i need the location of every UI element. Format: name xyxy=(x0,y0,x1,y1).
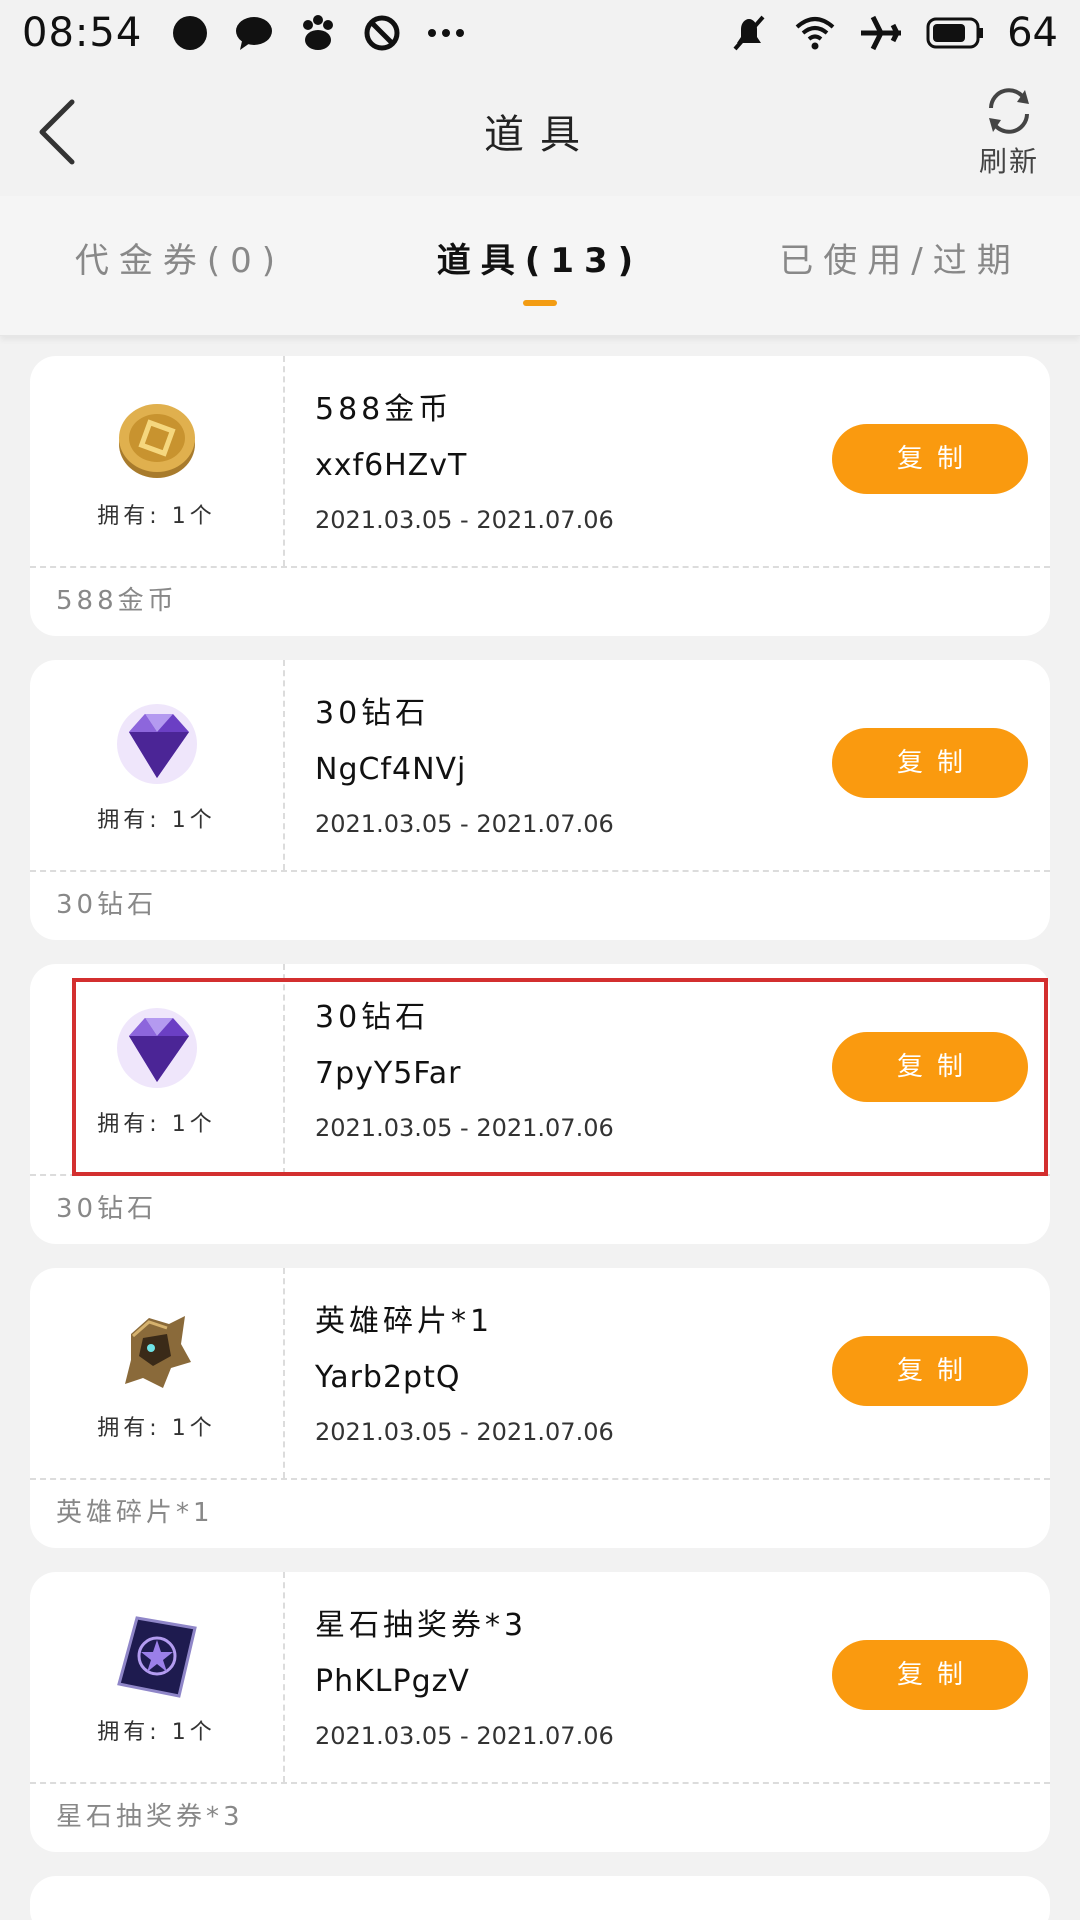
item-validity-date: 2021.03.05 - 2021.07.06 xyxy=(315,1418,614,1446)
item-name: 30钻石 xyxy=(315,1000,430,1035)
item-icon-column: 拥有: 1个 xyxy=(30,660,285,870)
card-divider xyxy=(30,870,1050,872)
tab-label: 道具(13) xyxy=(436,240,644,281)
item-icon-column: 拥有: 1个 xyxy=(30,1572,285,1782)
owned-count: 拥有: 1个 xyxy=(97,1720,216,1745)
item-code: 7pyY5Far xyxy=(315,1056,462,1091)
item-name: 588金币 xyxy=(315,392,453,427)
page-title: 道具 xyxy=(484,112,596,158)
refresh-label: 刷新 xyxy=(978,145,1039,178)
blocked-icon xyxy=(360,11,404,55)
item-code: Yarb2ptQ xyxy=(315,1360,461,1395)
copy-button[interactable]: 复制 xyxy=(832,1032,1028,1102)
copy-button[interactable]: 复制 xyxy=(832,1640,1028,1710)
status-right: 64 xyxy=(727,10,1058,56)
owned-count: 拥有: 1个 xyxy=(97,808,216,833)
tab-vouchers[interactable]: 代金券(0) xyxy=(0,196,360,336)
item-code: NgCf4NVj xyxy=(315,752,467,787)
card-footer-label: 30钻石 xyxy=(56,890,158,920)
item-card-partial xyxy=(30,1876,1050,1920)
item-code: PhKLPgzV xyxy=(315,1664,470,1699)
item-card: 拥有: 1个 30钻石 NgCf4NVj 2021.03.05 - 2021.0… xyxy=(30,660,1050,940)
item-name: 30钻石 xyxy=(315,696,430,731)
card-divider xyxy=(30,1174,1050,1176)
header: 道具 刷新 xyxy=(0,66,1080,196)
refresh-button[interactable]: 刷新 xyxy=(964,84,1054,184)
card-top: 拥有: 1个 英雄碎片*1 Yarb2ptQ 2021.03.05 - 2021… xyxy=(30,1268,1050,1478)
item-icon-column: 拥有: 1个 xyxy=(30,356,285,566)
item-validity-date: 2021.03.05 - 2021.07.06 xyxy=(315,506,614,534)
tab-label: 代金券(0) xyxy=(74,240,286,281)
item-name: 英雄碎片*1 xyxy=(315,1304,494,1339)
tab-used-expired[interactable]: 已使用/过期 xyxy=(720,196,1080,336)
item-info: 30钻石 7pyY5Far 2021.03.05 - 2021.07.06 xyxy=(315,992,795,1142)
card-footer-label: 30钻石 xyxy=(56,1194,158,1224)
item-info: 英雄碎片*1 Yarb2ptQ 2021.03.05 - 2021.07.06 xyxy=(315,1296,795,1446)
card-divider xyxy=(30,566,1050,568)
baidu-paw-icon xyxy=(296,11,340,55)
gold-coin-icon xyxy=(118,404,195,478)
tab-indicator xyxy=(523,299,557,306)
card-divider xyxy=(30,1782,1050,1784)
owned-count: 拥有: 1个 xyxy=(97,504,216,529)
item-validity-date: 2021.03.05 - 2021.07.06 xyxy=(315,810,614,838)
card-divider xyxy=(30,1478,1050,1480)
refresh-icon xyxy=(989,88,1029,134)
screen: 08:54 64 道具 刷新 代金券(0) 道具(13) 已使用/过期 拥有: … xyxy=(0,0,1080,1920)
tab-label: 已使用/过期 xyxy=(779,240,1021,281)
item-info: 星石抽奖券*3 PhKLPgzV 2021.03.05 - 2021.07.06 xyxy=(315,1600,795,1750)
back-button[interactable] xyxy=(34,94,84,170)
card-footer-label: 588金币 xyxy=(56,586,178,616)
diamond-icon xyxy=(116,704,197,784)
item-validity-date: 2021.03.05 - 2021.07.06 xyxy=(315,1114,614,1142)
item-card: 拥有: 1个 588金币 xxf6HZvT 2021.03.05 - 2021.… xyxy=(30,356,1050,636)
card-top: 拥有: 1个 30钻石 7pyY5Far 2021.03.05 - 2021.0… xyxy=(30,964,1050,1174)
item-card: 拥有: 1个 英雄碎片*1 Yarb2ptQ 2021.03.05 - 2021… xyxy=(30,1268,1050,1548)
chevron-left-icon xyxy=(39,99,75,165)
card-footer-label: 英雄碎片*1 xyxy=(56,1498,214,1528)
item-info: 588金币 xxf6HZvT 2021.03.05 - 2021.07.06 xyxy=(315,384,795,534)
item-icon-column: 拥有: 1个 xyxy=(30,1268,285,1478)
message-icon xyxy=(232,11,276,55)
item-list: 拥有: 1个 588金币 xxf6HZvT 2021.03.05 - 2021.… xyxy=(30,356,1050,1920)
item-code: xxf6HZvT xyxy=(315,448,468,483)
tab-bar: 代金券(0) 道具(13) 已使用/过期 xyxy=(0,196,1080,336)
status-left: 08:54 xyxy=(22,10,468,56)
battery-icon xyxy=(925,11,985,55)
card-top: 拥有: 1个 588金币 xxf6HZvT 2021.03.05 - 2021.… xyxy=(30,356,1050,566)
card-top: 拥有: 1个 星石抽奖券*3 PhKLPgzV 2021.03.05 - 202… xyxy=(30,1572,1050,1782)
status-bar: 08:54 64 xyxy=(0,0,1080,66)
item-icon-column: 拥有: 1个 xyxy=(30,964,285,1174)
item-validity-date: 2021.03.05 - 2021.07.06 xyxy=(315,1722,614,1750)
card-top: 拥有: 1个 30钻石 NgCf4NVj 2021.03.05 - 2021.0… xyxy=(30,660,1050,870)
star-ticket-icon xyxy=(116,1616,197,1698)
copy-button[interactable]: 复制 xyxy=(832,728,1028,798)
diamond-icon xyxy=(116,1008,197,1088)
copy-button[interactable]: 复制 xyxy=(832,1336,1028,1406)
owned-count: 拥有: 1个 xyxy=(97,1112,216,1137)
airplane-icon xyxy=(859,11,903,55)
battery-percentage: 64 xyxy=(1007,10,1058,56)
copy-button[interactable]: 复制 xyxy=(832,424,1028,494)
chat-bubble-icon xyxy=(168,11,212,55)
more-dots-icon xyxy=(424,11,468,55)
status-time: 08:54 xyxy=(22,10,143,56)
item-info: 30钻石 NgCf4NVj 2021.03.05 - 2021.07.06 xyxy=(315,688,795,838)
item-card: 拥有: 1个 30钻石 7pyY5Far 2021.03.05 - 2021.0… xyxy=(30,964,1050,1244)
wifi-icon xyxy=(793,11,837,55)
card-footer-label: 星石抽奖券*3 xyxy=(56,1802,244,1832)
tab-items[interactable]: 道具(13) xyxy=(360,196,720,336)
item-card: 拥有: 1个 星石抽奖券*3 PhKLPgzV 2021.03.05 - 202… xyxy=(30,1572,1050,1852)
item-name: 星石抽奖券*3 xyxy=(315,1608,528,1643)
mute-icon xyxy=(727,11,771,55)
owned-count: 拥有: 1个 xyxy=(97,1416,216,1441)
hero-fragment-icon xyxy=(124,1316,191,1388)
